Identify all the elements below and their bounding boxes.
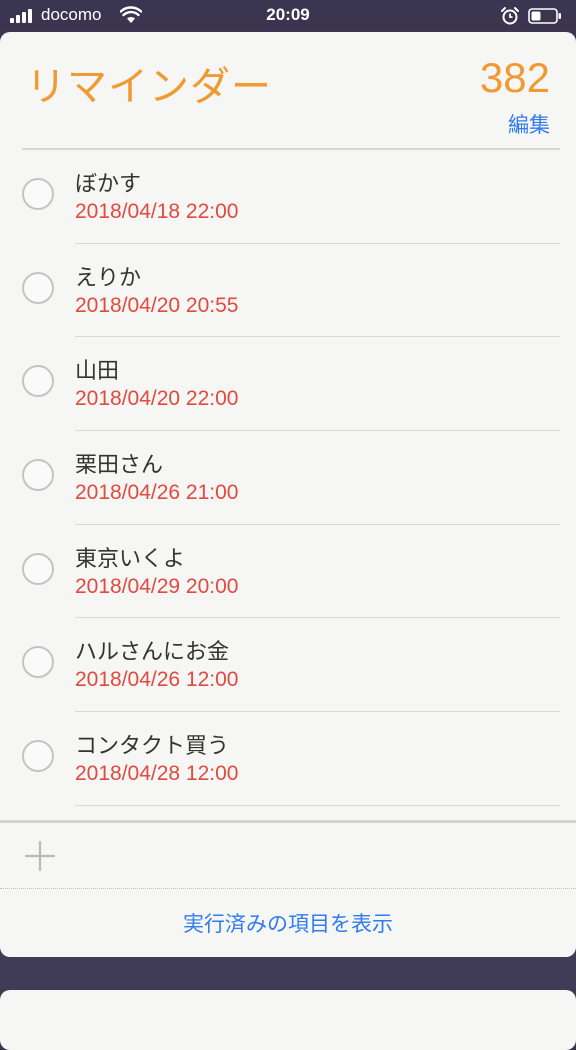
- edit-button[interactable]: 編集: [508, 109, 550, 139]
- circle-checkbox-icon[interactable]: [22, 459, 54, 492]
- reminders-card: リマインダー 382 編集 ぼかす 2018/04/18 22:00 えりか 2…: [0, 32, 576, 957]
- add-icon[interactable]: [24, 840, 56, 872]
- reminder-title: えりか: [75, 265, 142, 291]
- list-title: リマインダー: [26, 64, 272, 110]
- reminder-item[interactable]: コンタクト買う 2018/04/28 12:00: [0, 712, 576, 806]
- alarm-icon: [501, 7, 519, 25]
- dotted-divider: [0, 888, 576, 889]
- circle-checkbox-icon[interactable]: [22, 365, 54, 398]
- show-completed-button[interactable]: 実行済みの項目を表示: [0, 908, 576, 938]
- circle-checkbox-icon[interactable]: [22, 271, 54, 304]
- circle-checkbox-icon[interactable]: [22, 178, 54, 210]
- reminder-date: 2018/04/26 21:00: [75, 481, 239, 505]
- reminder-date: 2018/04/28 12:00: [75, 762, 239, 786]
- reminder-title: ハルさんにお金: [75, 640, 230, 666]
- circle-checkbox-icon[interactable]: [22, 552, 54, 585]
- circle-checkbox-icon[interactable]: [22, 740, 54, 773]
- reminder-title: 山田: [75, 359, 120, 385]
- reminder-date: 2018/04/29 20:00: [75, 574, 239, 598]
- next-card: [0, 990, 576, 1050]
- footer-divider: [0, 820, 576, 823]
- reminder-item[interactable]: ぼかす 2018/04/18 22:00: [0, 150, 576, 244]
- status-bar: docomo 20:09: [0, 0, 576, 32]
- reminder-list: ぼかす 2018/04/18 22:00 えりか 2018/04/20 20:5…: [0, 150, 576, 806]
- reminder-item[interactable]: 栗田さん 2018/04/26 21:00: [0, 431, 576, 525]
- reminder-date: 2018/04/26 12:00: [75, 668, 239, 692]
- reminder-title: コンタクト買う: [75, 734, 230, 760]
- reminder-item[interactable]: ハルさんにお金 2018/04/26 12:00: [0, 618, 576, 712]
- reminder-count: 382: [479, 54, 550, 101]
- reminder-date: 2018/04/20 22:00: [75, 387, 239, 411]
- reminder-item[interactable]: 山田 2018/04/20 22:00: [0, 337, 576, 431]
- reminder-date: 2018/04/20 20:55: [75, 293, 239, 317]
- circle-checkbox-icon[interactable]: [22, 646, 54, 679]
- reminder-item[interactable]: 東京いくよ 2018/04/29 20:00: [0, 525, 576, 619]
- status-time: 20:09: [266, 5, 310, 24]
- reminder-title: ぼかす: [75, 172, 142, 197]
- battery-icon: [528, 8, 561, 24]
- reminder-item[interactable]: えりか 2018/04/20 20:55: [0, 244, 576, 338]
- reminder-date: 2018/04/18 22:00: [75, 200, 239, 223]
- reminder-title: 栗田さん: [75, 453, 164, 479]
- reminder-title: 東京いくよ: [75, 546, 186, 572]
